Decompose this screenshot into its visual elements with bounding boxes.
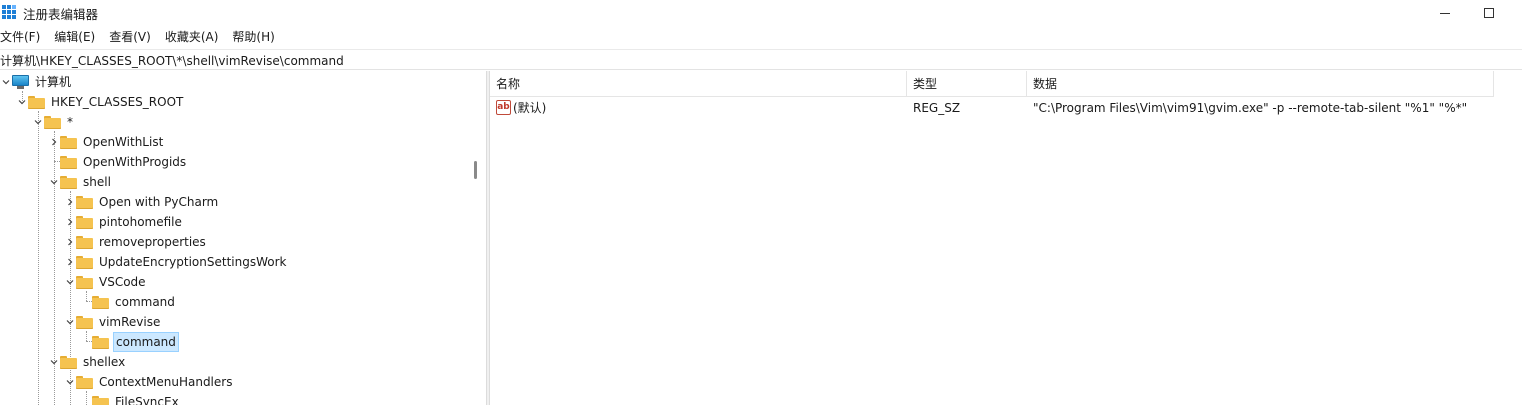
value-list[interactable]: 名称 类型 数据 ab (默认) REG_SZ "C:\Program File… [490, 71, 1522, 405]
folder-icon [60, 155, 77, 169]
tree-node-vimrevise-command[interactable]: command [80, 332, 179, 352]
folder-icon [76, 195, 93, 209]
tree-node-label: command [115, 295, 175, 309]
chevron-right-icon[interactable] [64, 212, 76, 232]
menu-bar: 文件(F) 编辑(E) 查看(V) 收藏夹(A) 帮助(H) [0, 27, 289, 47]
tree-node-label: UpdateEncryptionSettingsWork [99, 255, 287, 269]
address-bar[interactable]: 计算机\HKEY_CLASSES_ROOT\*\shell\vimRevise\… [0, 49, 1522, 70]
tree-node-label: OpenWithProgids [83, 155, 187, 169]
folder-icon [60, 135, 77, 149]
tree-node-openwithprogids[interactable]: OpenWithProgids [48, 152, 188, 172]
chevron-down-icon[interactable] [48, 352, 60, 372]
registry-editor-icon [2, 5, 17, 20]
tree-node-label: Open with PyCharm [99, 195, 219, 209]
chevron-right-icon[interactable] [64, 252, 76, 272]
chevron-down-icon[interactable] [64, 312, 76, 332]
address-path[interactable]: 计算机\HKEY_CLASSES_ROOT\*\shell\vimRevise\… [0, 52, 344, 69]
value-data: "C:\Program Files\Vim\vim91\gvim.exe" -p… [1033, 101, 1468, 115]
column-header-type[interactable]: 类型 [907, 71, 1027, 97]
tree-node-vimrevise[interactable]: vimRevise [64, 312, 162, 332]
chevron-right-icon[interactable] [64, 232, 76, 252]
tree-node-label: VSCode [99, 275, 146, 289]
tree-node-star[interactable]: * [32, 112, 75, 132]
key-tree[interactable]: 计算机 HKEY_CLASSES_ROOT * OpenWithList Ope… [0, 71, 480, 405]
value-name: (默认) [513, 101, 547, 115]
minimize-icon [1440, 12, 1450, 14]
menu-edit[interactable]: 编辑(E) [54, 27, 102, 47]
folder-icon [92, 395, 109, 405]
column-divider[interactable] [1493, 71, 1494, 97]
chevron-down-icon[interactable] [48, 172, 60, 192]
string-value-icon: ab [496, 100, 511, 115]
folder-icon [60, 175, 77, 189]
tree-node-shell[interactable]: shell [48, 172, 113, 192]
tree-node-label: ContextMenuHandlers [99, 375, 233, 389]
maximize-icon [1484, 8, 1494, 18]
folder-icon [76, 215, 93, 229]
tree-node-openwithlist[interactable]: OpenWithList [48, 132, 165, 152]
value-type: REG_SZ [913, 101, 961, 115]
chevron-down-icon[interactable] [16, 92, 28, 112]
folder-icon [76, 235, 93, 249]
tree-node-label: 计算机 [35, 75, 72, 89]
folder-icon [76, 315, 93, 329]
title-bar: 注册表编辑器 [0, 0, 1522, 26]
tree-node-label: HKEY_CLASSES_ROOT [51, 95, 184, 109]
maximize-button[interactable] [1466, 0, 1512, 26]
tree-node-shellex[interactable]: shellex [48, 352, 127, 372]
tree-node-pintohomefile[interactable]: pintohomefile [64, 212, 184, 232]
menu-file[interactable]: 文件(F) [0, 27, 47, 47]
menu-help[interactable]: 帮助(H) [232, 27, 281, 47]
folder-icon [28, 95, 45, 109]
chevron-down-icon[interactable] [0, 72, 12, 92]
tree-node-vscode[interactable]: VSCode [64, 272, 148, 292]
menu-favorites[interactable]: 收藏夹(A) [165, 27, 226, 47]
tree-node-filesyncex[interactable]: FileSyncEx [80, 392, 181, 405]
window-title: 注册表编辑器 [23, 7, 99, 22]
column-header-name[interactable]: 名称 [490, 71, 908, 97]
tree-node-updateencryptionsettingswork[interactable]: UpdateEncryptionSettingsWork [64, 252, 289, 272]
folder-icon [60, 355, 77, 369]
tree-node-computer[interactable]: 计算机 [0, 72, 73, 92]
column-header-data[interactable]: 数据 [1027, 71, 1493, 97]
chevron-down-icon[interactable] [32, 112, 44, 132]
tree-node-label: shellex [83, 355, 126, 369]
tree-node-label: removeproperties [99, 235, 206, 249]
chevron-right-icon[interactable] [64, 192, 76, 212]
tree-node-label-selected: command [113, 332, 179, 352]
tree-scrollbar-thumb[interactable] [474, 161, 477, 179]
minimize-button[interactable] [1422, 0, 1468, 26]
tree-node-contextmenuhandlers[interactable]: ContextMenuHandlers [64, 372, 234, 392]
list-header: 名称 类型 数据 [490, 71, 1494, 97]
tree-node-label: * [67, 115, 73, 129]
tree-node-label: OpenWithList [83, 135, 164, 149]
tree-node-vscode-command[interactable]: command [80, 292, 177, 312]
value-row[interactable]: ab (默认) REG_SZ "C:\Program Files\Vim\vim… [490, 98, 1494, 118]
computer-icon [12, 75, 29, 89]
folder-icon [76, 255, 93, 269]
tree-node-open-with-pycharm[interactable]: Open with PyCharm [64, 192, 220, 212]
menu-view[interactable]: 查看(V) [109, 27, 158, 47]
folder-icon [92, 335, 109, 349]
chevron-right-icon[interactable] [48, 132, 60, 152]
tree-node-label: vimRevise [99, 315, 161, 329]
tree-node-hkcr[interactable]: HKEY_CLASSES_ROOT [16, 92, 185, 112]
chevron-down-icon[interactable] [64, 272, 76, 292]
folder-icon [92, 295, 109, 309]
tree-node-label: FileSyncEx [115, 395, 179, 405]
folder-icon [76, 375, 93, 389]
tree-node-label: pintohomefile [99, 215, 182, 229]
folder-icon [76, 275, 93, 289]
folder-icon [44, 115, 61, 129]
tree-node-label: shell [83, 175, 111, 189]
chevron-down-icon[interactable] [64, 372, 76, 392]
tree-node-removeproperties[interactable]: removeproperties [64, 232, 208, 252]
